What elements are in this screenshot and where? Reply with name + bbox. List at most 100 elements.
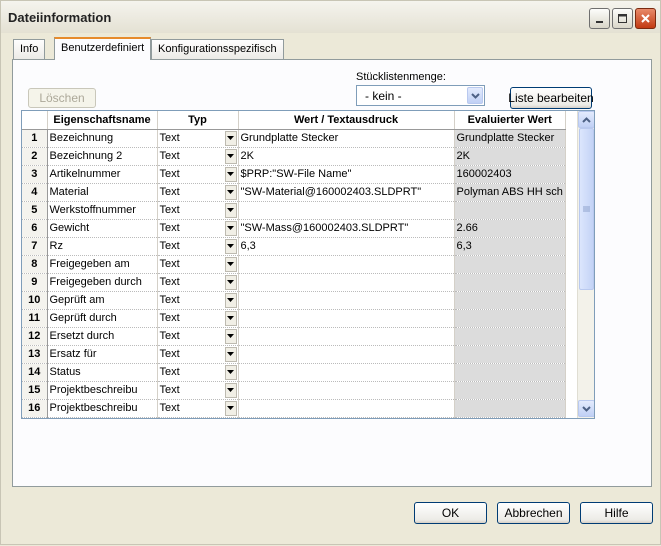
property-value-cell[interactable] [238, 381, 455, 400]
type-dropdown-button[interactable] [224, 166, 237, 182]
row-number[interactable]: 6 [22, 219, 48, 238]
property-type-cell[interactable]: Text [157, 399, 239, 418]
property-value-cell[interactable] [238, 345, 455, 364]
property-type-cell[interactable]: Text [157, 165, 239, 184]
property-type-cell[interactable]: Text [157, 291, 239, 310]
property-value-cell[interactable]: $PRP:"SW-File Name" [238, 165, 455, 184]
property-type-cell[interactable]: Text [157, 219, 239, 238]
table-row[interactable]: 12 Ersetzt durch Text [22, 327, 566, 346]
type-dropdown-button[interactable] [224, 364, 237, 380]
scroll-thumb[interactable] [579, 128, 594, 290]
property-type-cell[interactable]: Text [157, 363, 239, 382]
row-number[interactable]: 5 [22, 201, 48, 220]
property-name-cell[interactable]: Geprüft durch [47, 309, 158, 328]
row-number[interactable]: 2 [22, 147, 48, 166]
property-name-cell[interactable]: Bezeichnung [47, 129, 158, 148]
type-dropdown-button[interactable] [224, 130, 237, 146]
table-row[interactable]: 14 Status Text [22, 363, 566, 382]
row-number[interactable]: 9 [22, 273, 48, 292]
table-row[interactable]: 15 Projektbeschreibu Text [22, 381, 566, 400]
property-name-cell[interactable]: Status [47, 363, 158, 382]
column-header-value[interactable]: Wert / Textausdruck [238, 111, 455, 130]
column-header-evaluated[interactable]: Evaluierter Wert [454, 111, 566, 130]
row-number[interactable]: 8 [22, 255, 48, 274]
property-name-cell[interactable]: Freigegeben durch [47, 273, 158, 292]
type-dropdown-button[interactable] [224, 202, 237, 218]
table-row[interactable]: 7 Rz Text 6,3 6,3 [22, 237, 566, 256]
table-row[interactable]: 13 Ersatz für Text [22, 345, 566, 364]
property-type-cell[interactable]: Text [157, 345, 239, 364]
type-dropdown-button[interactable] [224, 274, 237, 290]
row-number[interactable]: 12 [22, 327, 48, 346]
property-name-cell[interactable]: Freigegeben am [47, 255, 158, 274]
property-value-cell[interactable]: 2K [238, 147, 455, 166]
property-name-cell[interactable]: Werkstoffnummer [47, 201, 158, 220]
property-type-cell[interactable]: Text [157, 255, 239, 274]
property-value-cell[interactable]: 6,3 [238, 237, 455, 256]
property-name-cell[interactable]: Artikelnummer [47, 165, 158, 184]
property-name-cell[interactable]: Projektbeschreibu [47, 381, 158, 400]
table-row[interactable]: 10 Geprüft am Text [22, 291, 566, 310]
property-type-cell[interactable]: Text [157, 273, 239, 292]
property-value-cell[interactable] [238, 363, 455, 382]
table-row[interactable]: 16 Projektbeschreibu Text [22, 399, 566, 418]
property-value-cell[interactable] [238, 255, 455, 274]
bom-quantity-dropdown-button[interactable] [467, 87, 483, 104]
type-dropdown-button[interactable] [224, 292, 237, 308]
property-type-cell[interactable]: Text [157, 201, 239, 220]
table-row[interactable]: 2 Bezeichnung 2 Text 2K 2K [22, 147, 566, 166]
table-row[interactable]: 1 Bezeichnung Text Grundplatte Stecker Grund… [22, 129, 566, 148]
property-type-cell[interactable]: Text [157, 309, 239, 328]
bom-quantity-select[interactable]: - kein - [356, 85, 485, 106]
type-dropdown-button[interactable] [224, 220, 237, 236]
column-header-name[interactable]: Eigenschaftsname [47, 111, 158, 130]
row-number[interactable]: 15 [22, 381, 48, 400]
ok-button[interactable]: OK [414, 502, 487, 524]
scroll-up-button[interactable] [578, 111, 594, 128]
property-type-cell[interactable]: Text [157, 327, 239, 346]
table-row[interactable]: 4 Material Text "SW-Material@160002403.SLDP… [22, 183, 566, 202]
table-row[interactable]: 6 Gewicht Text "SW-Mass@160002403.SLDPRT" 2.… [22, 219, 566, 238]
property-value-cell[interactable] [238, 309, 455, 328]
type-dropdown-button[interactable] [224, 184, 237, 200]
property-value-cell[interactable] [238, 291, 455, 310]
property-type-cell[interactable]: Text [157, 237, 239, 256]
type-dropdown-button[interactable] [224, 400, 237, 416]
table-row[interactable]: 5 Werkstoffnummer Text [22, 201, 566, 220]
cancel-button[interactable]: Abbrechen [497, 502, 570, 524]
edit-list-button[interactable]: Liste bearbeiten [508, 87, 594, 109]
property-value-cell[interactable] [238, 399, 455, 418]
property-value-cell[interactable]: Grundplatte Stecker [238, 129, 455, 148]
table-row[interactable]: 8 Freigegeben am Text [22, 255, 566, 274]
property-name-cell[interactable]: Ersetzt durch [47, 327, 158, 346]
table-row[interactable]: 9 Freigegeben durch Text [22, 273, 566, 292]
help-button[interactable]: Hilfe [580, 502, 653, 524]
vertical-scrollbar[interactable] [577, 111, 594, 418]
property-value-cell[interactable] [238, 201, 455, 220]
type-dropdown-button[interactable] [224, 328, 237, 344]
property-value-cell[interactable] [238, 273, 455, 292]
property-value-cell[interactable]: "SW-Material@160002403.SLDPRT" [238, 183, 455, 202]
property-name-cell[interactable]: Geprüft am [47, 291, 158, 310]
type-dropdown-button[interactable] [224, 310, 237, 326]
property-name-cell[interactable]: Bezeichnung 2 [47, 147, 158, 166]
property-type-cell[interactable]: Text [157, 381, 239, 400]
type-dropdown-button[interactable] [224, 346, 237, 362]
property-name-cell[interactable]: Ersatz für [47, 345, 158, 364]
delete-button[interactable]: Löschen [28, 88, 96, 108]
row-number[interactable]: 1 [22, 129, 48, 148]
column-header-type[interactable]: Typ [157, 111, 239, 130]
row-number[interactable]: 4 [22, 183, 48, 202]
row-number[interactable]: 7 [22, 237, 48, 256]
property-type-cell[interactable]: Text [157, 183, 239, 202]
type-dropdown-button[interactable] [224, 382, 237, 398]
row-number[interactable]: 16 [22, 399, 48, 418]
row-number[interactable]: 11 [22, 309, 48, 328]
property-name-cell[interactable]: Projektbeschreibu [47, 399, 158, 418]
row-number[interactable]: 14 [22, 363, 48, 382]
property-name-cell[interactable]: Rz [47, 237, 158, 256]
property-type-cell[interactable]: Text [157, 129, 239, 148]
property-type-cell[interactable]: Text [157, 147, 239, 166]
row-number[interactable]: 13 [22, 345, 48, 364]
table-row[interactable]: 11 Geprüft durch Text [22, 309, 566, 328]
